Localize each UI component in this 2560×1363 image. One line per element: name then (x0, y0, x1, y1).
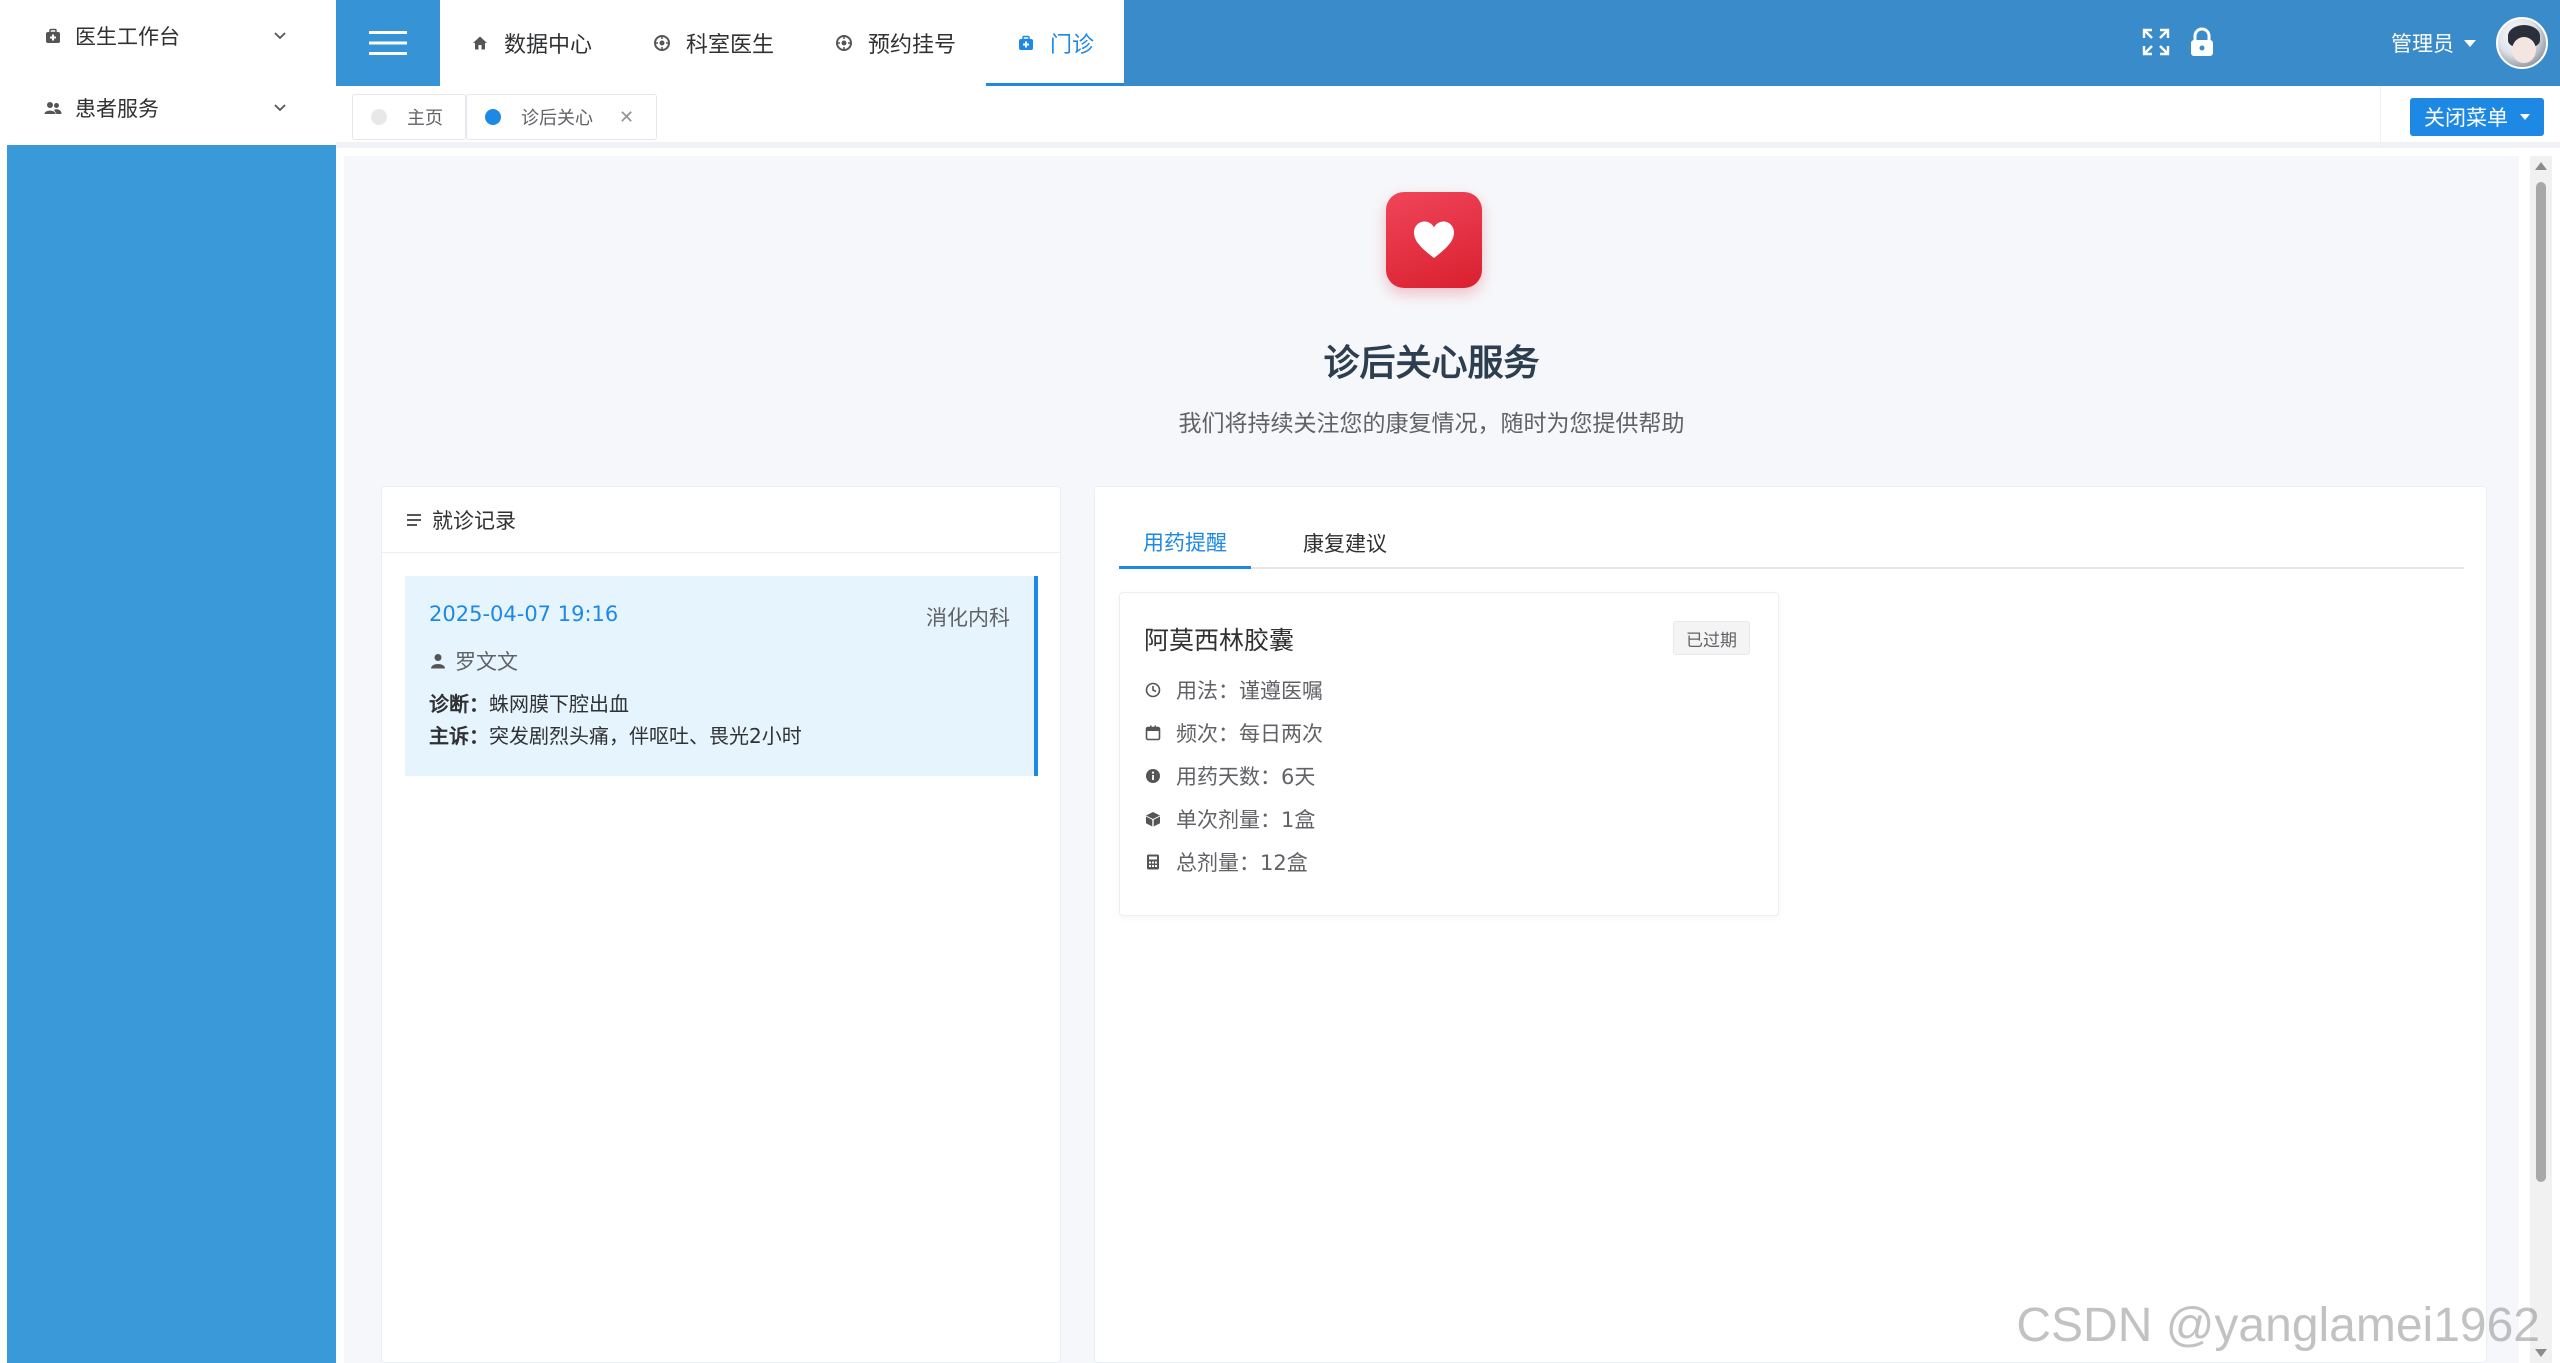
main-content: 诊后关心服务 我们将持续关注您的康复情况，随时为您提供帮助 就诊记录 2025-… (344, 156, 2519, 1363)
user-menu[interactable]: 管理员 (2391, 14, 2548, 72)
page-title: 诊后关心服务 (1323, 343, 1540, 384)
detail-tabs: 用药提醒 康复建议 (1119, 517, 2464, 569)
close-menu-button[interactable]: 关闭菜单 (2410, 98, 2544, 136)
sidebar-item-doctor-workbench[interactable]: 医生工作台 (7, 0, 336, 72)
top-nav: 数据中心 科室医生 预约挂号 门诊 (440, 0, 1125, 86)
medication-name: 阿莫西林胶囊 (1144, 626, 1295, 655)
tab-medication-reminder[interactable]: 用药提醒 (1119, 517, 1251, 569)
medkit-icon (43, 26, 63, 46)
settings-icon (834, 33, 854, 53)
tab-label: 主页 (407, 108, 443, 129)
box-icon (1144, 810, 1162, 828)
complaint-label: 主诉： (429, 724, 489, 748)
user-icon (429, 652, 447, 670)
caret-down-icon (2464, 39, 2476, 47)
row-value: 谨遵医嘱 (1239, 679, 1323, 703)
nav-item-label: 科室医生 (686, 33, 775, 58)
sidebar-item-label: 医生工作台 (75, 25, 180, 49)
medication-total-dose: 总剂量： 12盒 (1144, 847, 1308, 877)
info-icon (1144, 767, 1162, 785)
hamburger-icon (369, 31, 407, 55)
chevron-down-icon (270, 26, 290, 46)
complaint-value: 突发剧烈头痛，伴呕吐、畏光2小时 (489, 724, 802, 748)
nav-item-outpatient[interactable]: 门诊 (986, 0, 1125, 86)
nav-item-department-doctors[interactable]: 科室医生 (622, 0, 804, 86)
visit-department: 消化内科 (926, 606, 1010, 630)
users-icon (43, 98, 63, 118)
sidebar-background (7, 145, 336, 1363)
calculator-icon (1144, 853, 1162, 871)
home-icon (470, 33, 490, 53)
status-badge: 已过期 (1673, 621, 1750, 655)
nav-item-appointment[interactable]: 预约挂号 (804, 0, 986, 86)
heart-logo (1386, 192, 1482, 288)
tab-status-dot (371, 109, 387, 125)
close-icon[interactable]: ✕ (619, 107, 634, 128)
page-scrollbar[interactable] (2530, 156, 2552, 1363)
lock-icon[interactable] (2184, 24, 2220, 60)
row-label: 单次剂量： (1176, 808, 1281, 832)
nav-item-label: 预约挂号 (868, 33, 957, 58)
scrollbar-thumb[interactable] (2536, 182, 2546, 1182)
medication-card: 阿莫西林胶囊 已过期 用法： 谨遵医嘱 频次： 每日两次 用药天数： 6天 单次… (1119, 592, 1779, 916)
caret-down-icon (2520, 114, 2530, 120)
visit-records-card: 就诊记录 2025-04-07 19:16 消化内科 罗文文 诊断：蛛网膜下腔出… (381, 486, 1061, 1363)
tab-label: 诊后关心 (521, 108, 593, 129)
medkit-icon (1016, 33, 1036, 53)
card-title: 就诊记录 (432, 508, 516, 533)
diagnosis-line: 诊断：蛛网膜下腔出血 (429, 688, 629, 717)
top-header: 数据中心 科室医生 预约挂号 门诊 管理员 (336, 0, 2560, 86)
tab-label: 康复建议 (1303, 532, 1387, 556)
list-icon (406, 511, 424, 529)
medication-frequency: 频次： 每日两次 (1144, 718, 1323, 748)
menu-toggle-button[interactable] (336, 0, 440, 86)
close-menu-label: 关闭菜单 (2424, 106, 2508, 130)
row-value: 12盒 (1260, 851, 1308, 875)
sidebar-item-patient-services[interactable]: 患者服务 (7, 72, 336, 144)
row-label: 用法： (1176, 679, 1239, 703)
calendar-icon (1144, 724, 1162, 742)
tab-home[interactable]: 主页 (352, 94, 466, 140)
user-name: 管理员 (2391, 32, 2454, 56)
tags-view: 主页 诊后关心 ✕ 关闭菜单 (336, 86, 2560, 148)
medication-usage: 用法： 谨遵医嘱 (1144, 675, 1323, 705)
row-label: 用药天数： (1176, 765, 1281, 789)
card-header: 就诊记录 (382, 487, 1060, 553)
visit-datetime: 2025-04-07 19:16 (429, 602, 619, 626)
watermark: CSDN @yanglamei1962 (2016, 1299, 2540, 1352)
medication-days: 用药天数： 6天 (1144, 761, 1315, 791)
medication-single-dose: 单次剂量： 1盒 (1144, 804, 1315, 834)
nav-item-data-center[interactable]: 数据中心 (440, 0, 622, 86)
avatar[interactable] (2496, 17, 2548, 69)
sidebar-item-label: 患者服务 (75, 97, 159, 121)
visit-doctor: 罗文文 (429, 646, 518, 676)
tab-post-visit-care[interactable]: 诊后关心 ✕ (466, 94, 658, 140)
settings-icon (652, 33, 672, 53)
nav-item-label: 门诊 (1050, 33, 1095, 58)
nav-item-label: 数据中心 (504, 33, 593, 58)
diagnosis-value: 蛛网膜下腔出血 (489, 692, 629, 716)
diagnosis-label: 诊断： (429, 692, 489, 716)
doctor-name: 罗文文 (455, 650, 518, 674)
visit-record-item[interactable]: 2025-04-07 19:16 消化内科 罗文文 诊断：蛛网膜下腔出血 主诉：… (405, 576, 1038, 776)
tab-label: 用药提醒 (1143, 530, 1227, 555)
heart-icon (1414, 221, 1454, 258)
row-value: 每日两次 (1239, 722, 1323, 746)
sidebar: 医生工作台 患者服务 (0, 0, 336, 1363)
page-subtitle: 我们将持续关注您的康复情况，随时为您提供帮助 (1178, 411, 1685, 437)
scroll-up-arrow-icon[interactable] (2535, 162, 2547, 170)
detail-card: 用药提醒 康复建议 阿莫西林胶囊 已过期 用法： 谨遵医嘱 频次： 每日两次 用… (1094, 486, 2487, 1363)
row-label: 频次： (1176, 722, 1239, 746)
row-value: 6天 (1281, 765, 1316, 789)
row-value: 1盒 (1281, 808, 1316, 832)
row-label: 总剂量： (1176, 851, 1260, 875)
complaint-line: 主诉：突发剧烈头痛，伴呕吐、畏光2小时 (429, 720, 802, 749)
sidebar-menu: 医生工作台 患者服务 (7, 0, 336, 145)
fullscreen-icon[interactable] (2138, 24, 2174, 60)
tab-status-dot (485, 109, 501, 125)
chevron-down-icon (270, 98, 290, 118)
clock-icon (1144, 681, 1162, 699)
tabs-right-panel: 关闭菜单 (2380, 86, 2560, 148)
tab-recovery-advice[interactable]: 康复建议 (1279, 517, 1411, 569)
